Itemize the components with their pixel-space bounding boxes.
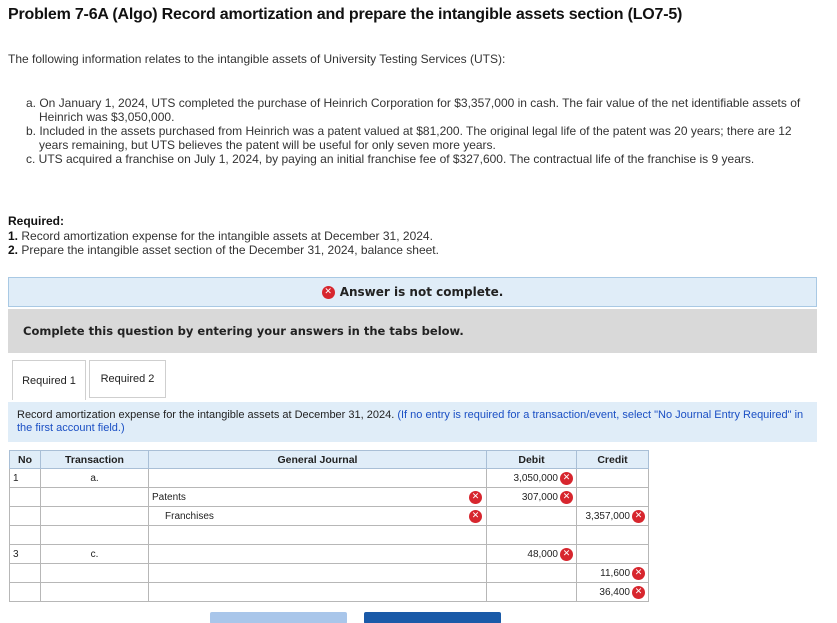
transaction-letter xyxy=(40,506,149,526)
credit-value: 3,357,000 xyxy=(585,510,631,522)
tab-required-2[interactable]: Required 2 xyxy=(89,360,166,398)
debit-value: 3,050,000 xyxy=(513,472,559,484)
debit-value-wrap: 307,000 ✕ xyxy=(521,490,573,504)
table-row: 36,400 ✕ xyxy=(9,582,649,602)
credit-input[interactable]: 11,600 ✕ xyxy=(576,563,649,583)
debit-input[interactable] xyxy=(486,582,577,602)
x-circle-icon: ✕ xyxy=(560,490,573,504)
table-row xyxy=(9,525,649,545)
account-select[interactable] xyxy=(148,563,487,583)
entry-number xyxy=(9,582,41,602)
x-circle-icon: ✕ xyxy=(632,509,645,523)
table-row: 3 c. 48,000 ✕ xyxy=(9,544,649,564)
credit-value-wrap: 3,357,000 ✕ xyxy=(585,509,645,523)
credit-value: 11,600 xyxy=(600,567,630,579)
credit-input[interactable] xyxy=(576,525,649,545)
problem-items: a. On January 1, 2024, UTS completed the… xyxy=(26,96,806,166)
header-general-journal: General Journal xyxy=(148,450,487,469)
required-1-num: 1. xyxy=(8,229,19,243)
account-select[interactable]: Patents ✕ xyxy=(148,487,487,507)
item-c: c. UTS acquired a franchise on July 1, 2… xyxy=(26,152,755,166)
credit-value-wrap: 11,600 ✕ xyxy=(600,566,645,580)
entry-number: 1 xyxy=(9,468,41,488)
table-row: Franchises ✕ 3,357,000 ✕ xyxy=(9,506,649,526)
transaction-letter: c. xyxy=(40,544,149,564)
answer-status-text: Answer is not complete. xyxy=(339,285,504,299)
prev-button[interactable] xyxy=(210,612,347,623)
complete-prompt-bar: Complete this question by entering your … xyxy=(8,309,817,353)
instruction-box: Record amortization expense for the inta… xyxy=(8,402,817,442)
header-debit: Debit xyxy=(486,450,577,469)
journal-table: No Transaction General Journal Debit Cre… xyxy=(9,450,649,602)
transaction-letter: a. xyxy=(40,468,149,488)
credit-value-wrap: 36,400 ✕ xyxy=(599,585,645,599)
x-circle-icon: ✕ xyxy=(321,285,335,299)
debit-input[interactable]: 3,050,000 ✕ xyxy=(486,468,577,488)
debit-input[interactable] xyxy=(486,563,577,583)
x-circle-icon: ✕ xyxy=(632,585,645,599)
credit-input[interactable]: 3,357,000 ✕ xyxy=(576,506,649,526)
account-name: Patents xyxy=(152,491,186,503)
entry-number xyxy=(9,487,41,507)
account-select[interactable] xyxy=(148,582,487,602)
journal-header-row: No Transaction General Journal Debit Cre… xyxy=(9,450,649,469)
transaction-letter xyxy=(40,563,149,583)
account-select[interactable]: Franchises ✕ xyxy=(148,506,487,526)
item-b: b. Included in the assets purchased from… xyxy=(26,124,792,152)
debit-value-wrap: 3,050,000 ✕ xyxy=(513,471,573,485)
item-a: a. On January 1, 2024, UTS completed the… xyxy=(26,96,801,124)
next-button[interactable] xyxy=(364,612,501,623)
credit-input[interactable] xyxy=(576,468,649,488)
instruction-text: Record amortization expense for the inta… xyxy=(17,409,398,421)
answer-status-banner: ✕ Answer is not complete. xyxy=(8,277,817,307)
tab-bar: Required 1 Required 2 xyxy=(12,360,166,400)
tab-required-1[interactable]: Required 1 xyxy=(12,360,86,400)
debit-value: 307,000 xyxy=(521,491,558,503)
required-2: 2. Prepare the intangible asset section … xyxy=(8,243,439,257)
intro-text: The following information relates to the… xyxy=(8,52,506,66)
debit-input[interactable]: 48,000 ✕ xyxy=(486,544,577,564)
debit-input[interactable] xyxy=(486,506,577,526)
complete-prompt-text: Complete this question by entering your … xyxy=(23,324,464,338)
entry-number: 3 xyxy=(9,544,41,564)
credit-input[interactable]: 36,400 ✕ xyxy=(576,582,649,602)
entry-number xyxy=(9,525,41,545)
debit-value-wrap: 48,000 ✕ xyxy=(527,547,573,561)
debit-value: 48,000 xyxy=(527,548,558,560)
credit-input[interactable] xyxy=(576,544,649,564)
entry-number xyxy=(9,563,41,583)
required-2-text: Prepare the intangible asset section of … xyxy=(18,243,439,257)
transaction-letter xyxy=(40,525,149,545)
required-section: Required: 1. Record amortization expense… xyxy=(8,214,439,257)
header-credit: Credit xyxy=(576,450,649,469)
x-circle-icon: ✕ xyxy=(469,491,482,504)
table-row: 11,600 ✕ xyxy=(9,563,649,583)
credit-value: 36,400 xyxy=(599,586,630,598)
table-row: 1 a. 3,050,000 ✕ xyxy=(9,468,649,488)
x-circle-icon: ✕ xyxy=(469,510,482,523)
account-select[interactable] xyxy=(148,468,487,488)
required-1-text: Record amortization expense for the inta… xyxy=(18,229,433,243)
debit-input[interactable]: 307,000 ✕ xyxy=(486,487,577,507)
x-circle-icon: ✕ xyxy=(632,566,645,580)
required-1: 1. Record amortization expense for the i… xyxy=(8,229,439,243)
header-no: No xyxy=(9,450,41,469)
required-2-num: 2. xyxy=(8,243,19,257)
header-transaction: Transaction xyxy=(40,450,149,469)
x-circle-icon: ✕ xyxy=(560,547,573,561)
account-select[interactable] xyxy=(148,525,487,545)
required-heading: Required: xyxy=(8,214,65,228)
entry-number xyxy=(9,506,41,526)
account-name: Franchises xyxy=(165,510,214,522)
credit-input[interactable] xyxy=(576,487,649,507)
transaction-letter xyxy=(40,487,149,507)
x-circle-icon: ✕ xyxy=(560,471,573,485)
problem-title: Problem 7-6A (Algo) Record amortization … xyxy=(8,6,683,23)
debit-input[interactable] xyxy=(486,525,577,545)
account-select[interactable] xyxy=(148,544,487,564)
table-row: Patents ✕ 307,000 ✕ xyxy=(9,487,649,507)
transaction-letter xyxy=(40,582,149,602)
